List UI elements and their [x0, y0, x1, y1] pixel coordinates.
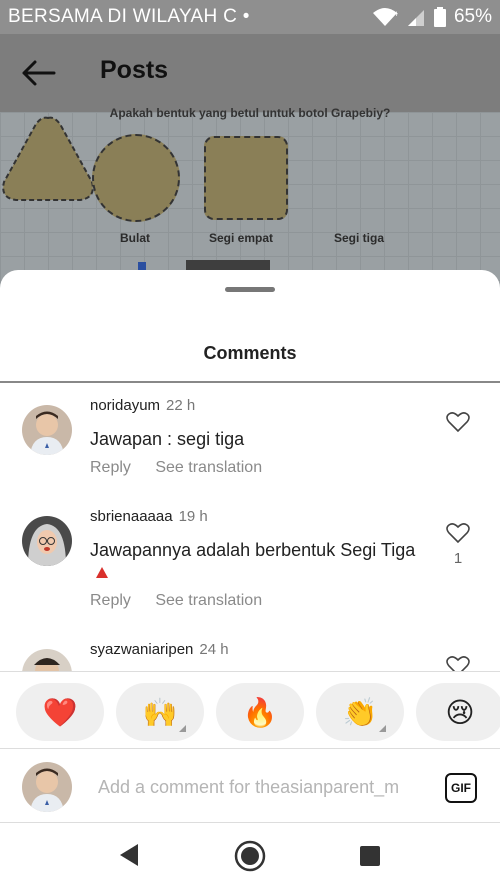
reaction-fire-button[interactable]: 🔥 [216, 683, 304, 741]
status-icons: + 65% [372, 6, 492, 28]
nav-back-icon[interactable] [118, 843, 140, 867]
gif-button[interactable]: GIF [445, 773, 477, 803]
current-user-avatar [22, 762, 72, 812]
battery-icon [433, 7, 446, 27]
comment-time: 24 h [199, 641, 229, 658]
comment-text: Jawapannya adalah berbentuk Segi Tiga [90, 538, 420, 586]
comments-sheet: Comments noridayum 22 h Jawapan : segi ti… [0, 270, 500, 889]
crying-emoji-icon: 😢 [445, 696, 475, 728]
comment-composer: GIF [0, 749, 500, 823]
square-shape [204, 136, 288, 220]
quick-reactions-bar: ❤️ 🙌 🔥 👏 😢 [0, 671, 500, 749]
post-background: Posts Apakah bentuk yang betul untuk bot… [0, 34, 500, 294]
back-arrow-icon[interactable] [20, 58, 56, 88]
username-text[interactable]: syazwaniaripen [90, 641, 193, 658]
comment-item: syazwaniaripen 24 h [0, 641, 500, 671]
svg-text:+: + [394, 9, 398, 19]
notification-text: BERSAMA DI WILAYAH C • [8, 6, 250, 27]
shape-label-segi-tiga: Segi tiga [334, 231, 385, 245]
comment-text: Jawapan : segi tiga [90, 429, 245, 449]
avatar[interactable] [22, 405, 72, 455]
circle-shape [92, 134, 180, 222]
status-bar: BERSAMA DI WILAYAH C • + 65% [0, 0, 500, 34]
comment-item: sbrienaaaaa 19 h Jawapannya adalah berben… [0, 508, 500, 628]
post-question: Apakah bentuk yang betul untuk botol Gra… [109, 106, 391, 120]
system-navigation-bar [0, 823, 500, 889]
post-image[interactable]: Apakah bentuk yang betul untuk botol Gra… [0, 106, 500, 294]
username-text[interactable]: sbrienaaaaa [90, 508, 173, 525]
drag-handle[interactable] [225, 287, 275, 292]
skin-tone-indicator-icon [179, 725, 186, 732]
comment-time: 22 h [166, 397, 196, 414]
comment-username[interactable]: noridayum 22 h [90, 397, 195, 414]
reply-button[interactable]: Reply [90, 592, 131, 609]
battery-percentage: 65% [453, 6, 492, 27]
reaction-heart-button[interactable]: ❤️ [16, 683, 104, 741]
reaction-crying-button[interactable]: 😢 [416, 683, 500, 741]
clapping-emoji-icon: 👏 [342, 696, 378, 728]
username-text[interactable]: noridayum [90, 397, 160, 414]
reaction-raising-hands-button[interactable]: 🙌 [116, 683, 204, 741]
comment-username[interactable]: sbrienaaaaa 19 h [90, 508, 208, 525]
comment-username[interactable]: syazwaniaripen 24 h [90, 641, 229, 658]
see-translation-button[interactable]: See translation [155, 459, 262, 476]
nav-recents-icon[interactable] [359, 845, 381, 867]
comments-list[interactable]: noridayum 22 h Jawapan : segi tiga Reply … [0, 383, 500, 671]
decoration-dot [138, 262, 146, 270]
like-count: 1 [453, 550, 463, 567]
red-triangle-icon [96, 567, 108, 578]
like-heart-icon[interactable] [446, 655, 470, 671]
reaction-clapping-button[interactable]: 👏 [316, 683, 404, 741]
page-title: Posts [100, 56, 169, 84]
fire-emoji-icon: 🔥 [242, 696, 278, 728]
triangle-shape [2, 116, 94, 201]
comment-text-content: Jawapannya adalah berbentuk Segi Tiga [90, 540, 416, 560]
skin-tone-indicator-icon [379, 725, 386, 732]
comment-input[interactable] [98, 773, 428, 801]
heart-emoji-icon: ❤️ [42, 696, 78, 728]
shape-label-segi-empat: Segi empat [209, 231, 274, 245]
see-translation-button[interactable]: See translation [155, 592, 262, 609]
avatar[interactable] [22, 516, 72, 566]
signal-icon [407, 10, 424, 26]
top-bar: Posts [0, 34, 500, 112]
comment-actions: Reply See translation [90, 459, 282, 477]
comment-time: 19 h [178, 508, 208, 525]
reply-button[interactable]: Reply [90, 459, 131, 476]
nav-home-icon[interactable] [234, 840, 266, 872]
raising-hands-emoji-icon: 🙌 [142, 696, 178, 728]
wifi-icon: + [372, 8, 398, 26]
like-heart-icon[interactable] [446, 411, 470, 433]
comment-actions: Reply See translation [90, 592, 282, 610]
sheet-title: Comments [203, 343, 297, 363]
like-heart-icon[interactable] [446, 522, 470, 544]
avatar[interactable] [22, 649, 72, 671]
shape-label-bulat: Bulat [120, 231, 150, 245]
comment-item: noridayum 22 h Jawapan : segi tiga Reply … [0, 397, 500, 497]
